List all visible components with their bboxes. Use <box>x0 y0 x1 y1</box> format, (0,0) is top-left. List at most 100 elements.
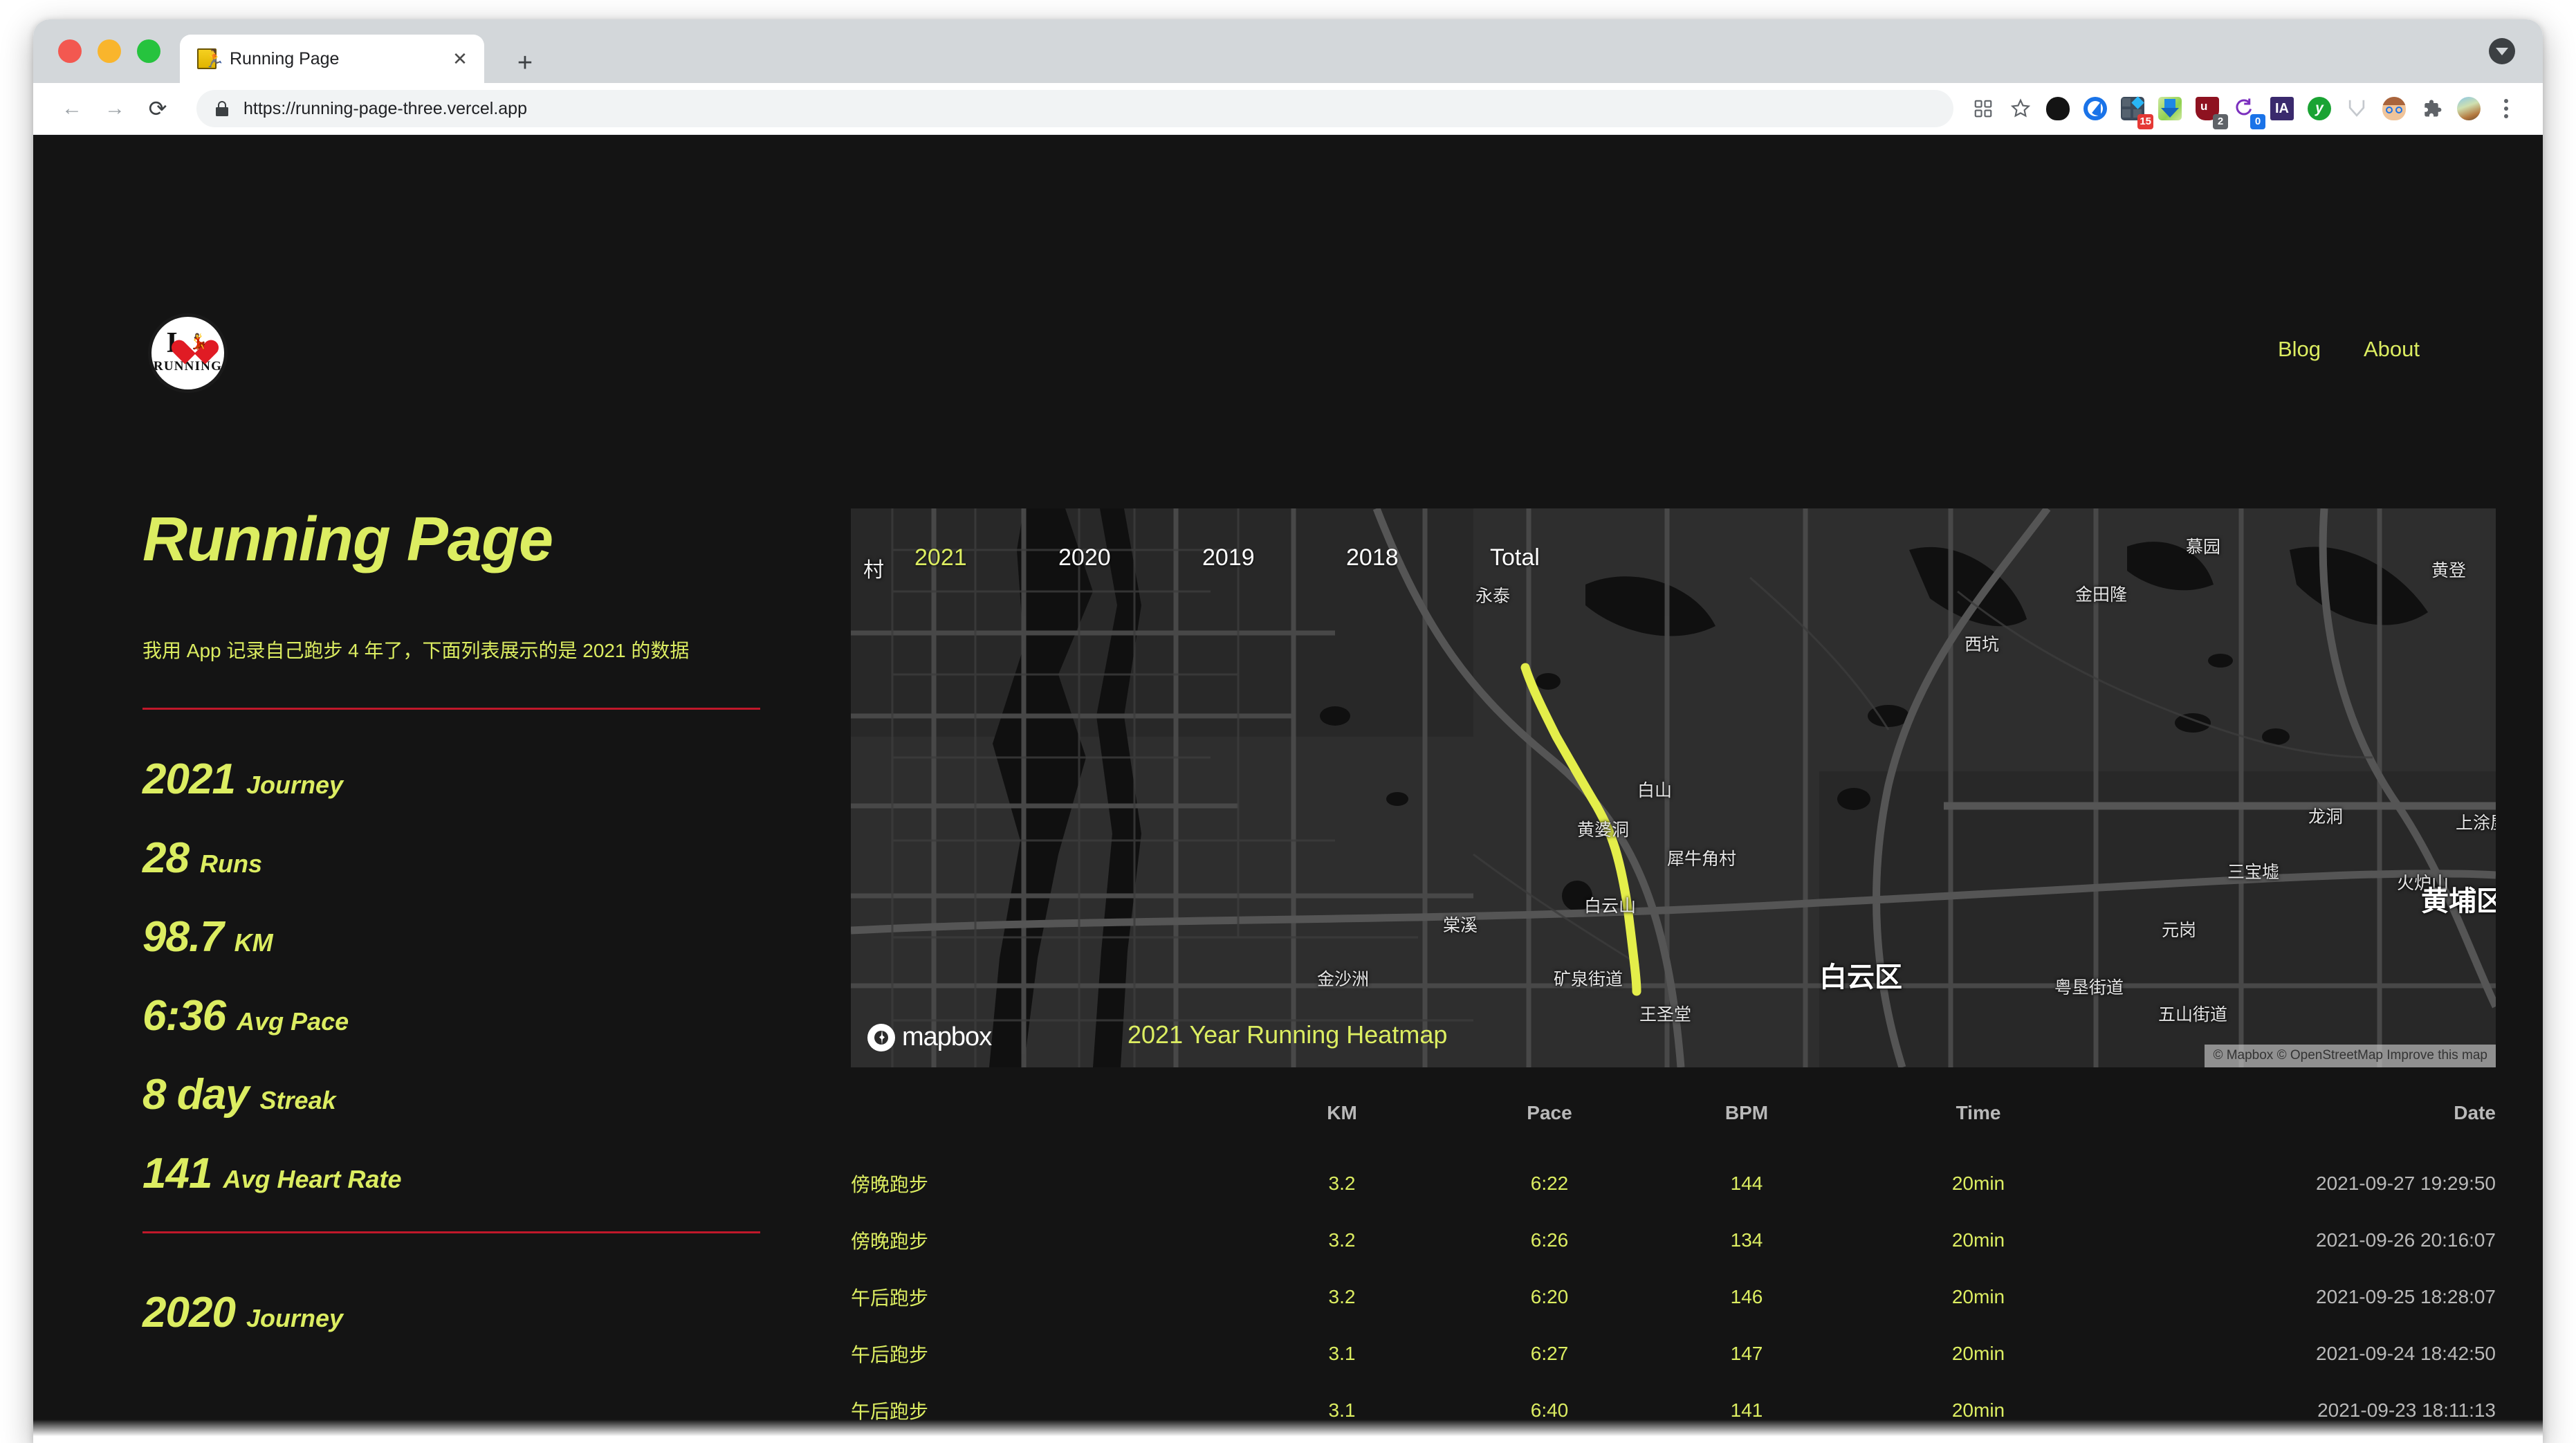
map-label: 黄婆洞 <box>1577 816 1629 841</box>
maximize-window-button[interactable] <box>137 39 160 63</box>
stat-avg-pace[interactable]: 6:36 Avg Pace <box>142 995 765 1038</box>
cell-name: 傍晚跑步 <box>851 1156 1238 1213</box>
cell-km: 3.2 <box>1238 1156 1446 1213</box>
stats-list-2021: 2021 Journey 28 Runs 98.7 KM 6:36 <box>142 758 765 1195</box>
cell-pace: 6:44 <box>1446 1440 1653 1443</box>
extensions-puzzle-icon[interactable] <box>2414 91 2449 126</box>
divider <box>142 708 760 710</box>
extension-ia-icon[interactable]: IA <box>2265 91 2299 126</box>
cell-bpm: 141 <box>1653 1383 1840 1440</box>
cell-time: 20min <box>1840 1440 2117 1443</box>
table-row[interactable]: 傍晚跑步3.26:2214420min2021-09-27 19:29:50 <box>851 1156 2496 1213</box>
reload-icon[interactable]: ⟳ <box>140 91 176 127</box>
column-header-bpm[interactable]: BPM <box>1653 1102 1840 1156</box>
stat-streak[interactable]: 8 day Streak <box>142 1074 765 1116</box>
map-label: 永泰 <box>1475 582 1510 607</box>
cell-date: 2021-09-26 20:16:07 <box>2117 1213 2496 1269</box>
chrome-menu-icon[interactable] <box>2489 91 2523 126</box>
table-row[interactable]: 午后跑步3.16:2714720min2021-09-24 18:42:50 <box>851 1326 2496 1383</box>
url-text: https://running-page-three.vercel.app <box>243 99 527 119</box>
nav-link-about[interactable]: About <box>2364 337 2420 362</box>
close-icon[interactable]: ✕ <box>448 47 472 71</box>
profile-avatar-icon[interactable] <box>2451 91 2486 126</box>
extension-refresh-icon[interactable]: 0 <box>2227 91 2262 126</box>
extension-green-y-icon[interactable]: y <box>2302 91 2337 126</box>
column-header-name[interactable] <box>851 1102 1238 1156</box>
cell-time: 20min <box>1840 1269 2117 1326</box>
tab-title: Running Page <box>230 49 448 69</box>
map-label: 王圣堂 <box>1639 1001 1691 1026</box>
year-tab-2020[interactable]: 2020 <box>1058 544 1202 571</box>
lock-icon <box>213 100 231 118</box>
extension-face-icon[interactable] <box>2377 91 2411 126</box>
runs-table-body: 傍晚跑步3.26:2214420min2021-09-27 19:29:50傍晚… <box>851 1156 2496 1443</box>
stat-km[interactable]: 98.7 KM <box>142 916 765 959</box>
table-row[interactable]: 午后跑步3.16:4413720min2021-09-22 18:09:53 <box>851 1440 2496 1443</box>
address-bar[interactable]: https://running-page-three.vercel.app <box>196 90 1953 127</box>
cell-pace: 6:27 <box>1446 1326 1653 1383</box>
column-header-km[interactable]: KM <box>1238 1102 1446 1156</box>
extension-download-arrow-icon[interactable] <box>2153 91 2187 126</box>
extension-shield-icon[interactable]: u 2 <box>2190 91 2225 126</box>
nav-link-blog[interactable]: Blog <box>2278 337 2321 362</box>
cell-km: 3.1 <box>1238 1383 1446 1440</box>
year-tab-2018[interactable]: 2018 <box>1346 544 1490 571</box>
heart-icon: 💃 <box>181 330 210 356</box>
qr-code-icon[interactable] <box>1966 91 2000 126</box>
year-tab-total[interactable]: Total <box>1490 544 1634 571</box>
runner-icon: 💃 <box>190 334 208 349</box>
site-logo[interactable]: I 💃 RUNNING <box>148 313 228 393</box>
stat-label: KM <box>234 930 273 955</box>
arrow-left-icon[interactable]: ← <box>54 91 90 127</box>
arrow-right-icon[interactable]: → <box>97 91 133 127</box>
intro-paragraph: 我用 App 记录自己跑步 4 年了，下面列表展示的是 2021 的数据 <box>142 634 744 668</box>
extension-dark-oval-icon[interactable] <box>2041 91 2075 126</box>
stat-label: Streak <box>260 1088 336 1113</box>
table-row[interactable]: 傍晚跑步3.26:2613420min2021-09-26 20:16:07 <box>851 1213 2496 1269</box>
bookmark-star-icon[interactable] <box>2003 91 2038 126</box>
map-attribution[interactable]: © Mapbox © OpenStreetMap Improve this ma… <box>2205 1045 2496 1067</box>
stat-value: 2020 <box>142 1292 235 1334</box>
runs-table: KM Pace BPM Time Date 傍晚跑步3.26:2214420mi… <box>851 1102 2496 1443</box>
stat-value: 8 day <box>142 1074 249 1116</box>
year-tab-2019[interactable]: 2019 <box>1202 544 1346 571</box>
map-label: 粤垦街道 <box>2054 974 2124 999</box>
extension-blocks-icon[interactable]: 15 <box>2115 91 2150 126</box>
running-heatmap-map[interactable]: 2021 2020 2019 2018 Total 村永泰慕园黄登金田隆西坑白山… <box>851 508 2496 1067</box>
stat-avg-heart-rate[interactable]: 141 Avg Heart Rate <box>142 1152 765 1195</box>
divider <box>142 1231 760 1233</box>
column-header-time[interactable]: Time <box>1840 1102 2117 1156</box>
table-row[interactable]: 午后跑步3.16:4014120min2021-09-23 18:11:13 <box>851 1383 2496 1440</box>
mapbox-icon[interactable]: mapbox <box>867 1022 991 1052</box>
stat-runs[interactable]: 28 Runs <box>142 837 765 880</box>
cell-km: 3.2 <box>1238 1213 1446 1269</box>
year-selector-tabs: 2021 2020 2019 2018 Total <box>914 544 1634 571</box>
close-window-button[interactable] <box>58 39 82 63</box>
minimize-window-button[interactable] <box>98 39 121 63</box>
stats-list-2020: 2020 Journey <box>142 1292 765 1334</box>
table-row[interactable]: 午后跑步3.26:2014620min2021-09-25 18:28:07 <box>851 1269 2496 1326</box>
stat-label: Runs <box>200 852 262 876</box>
map-label: 白山 <box>1637 777 1672 802</box>
plus-icon[interactable]: + <box>510 48 540 77</box>
stat-journey-2020[interactable]: 2020 Journey <box>142 1292 765 1334</box>
browser-tab[interactable]: 🏃 Running Page ✕ <box>180 35 484 83</box>
cell-bpm: 137 <box>1653 1440 1840 1443</box>
year-tab-2021[interactable]: 2021 <box>914 544 1058 571</box>
cell-pace: 6:20 <box>1446 1269 1653 1326</box>
cell-date: 2021-09-24 18:42:50 <box>2117 1326 2496 1383</box>
map-label: 白云山 <box>1584 892 1636 917</box>
extension-chevron-icon[interactable] <box>2339 91 2374 126</box>
column-header-pace[interactable]: Pace <box>1446 1102 1653 1156</box>
caret-down-icon[interactable] <box>2489 38 2515 64</box>
extension-badge-count: 15 <box>2137 114 2153 129</box>
cell-name: 午后跑步 <box>851 1440 1238 1443</box>
map-label: 矿泉街道 <box>1554 966 1623 991</box>
browser-toolbar: ← → ⟳ https://running-page-three.vercel.… <box>33 83 2543 135</box>
cell-bpm: 144 <box>1653 1156 1840 1213</box>
column-header-date[interactable]: Date <box>2117 1102 2496 1156</box>
stat-journey[interactable]: 2021 Journey <box>142 758 765 801</box>
toolbar-icon-group: 15 u 2 <box>1966 91 2523 126</box>
extension-blue-circle-icon[interactable] <box>2078 91 2113 126</box>
cell-name: 傍晚跑步 <box>851 1213 1238 1269</box>
